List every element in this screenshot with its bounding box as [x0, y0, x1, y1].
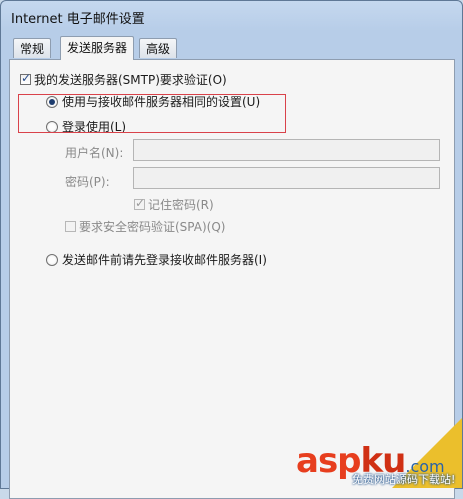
- username-label-text: 用户名(N):: [65, 146, 124, 160]
- log-on-using-row[interactable]: 登录使用(L): [46, 118, 126, 135]
- remember-password-checkbox[interactable]: ✓: [134, 196, 146, 210]
- title-bar[interactable]: Internet 电子邮件设置: [1, 1, 462, 31]
- checkmark-icon: ✓: [135, 196, 146, 210]
- tab-advanced[interactable]: 高级: [139, 38, 178, 58]
- log-on-using-label: 登录使用(L): [62, 120, 127, 134]
- require-auth-label: 我的发送服务器(SMTP)要求验证(O): [34, 73, 227, 87]
- password-label: 密码(P):: [65, 173, 110, 190]
- tab-general[interactable]: 常规: [13, 38, 52, 58]
- require-auth-row[interactable]: ✓ 我的发送服务器(SMTP)要求验证(O): [20, 71, 227, 88]
- log-on-incoming-first-radio[interactable]: [46, 253, 58, 266]
- require-auth-checkbox[interactable]: ✓: [20, 71, 32, 85]
- remember-password-row[interactable]: ✓ 记住密码(R): [134, 196, 214, 213]
- watermark-brand-a: asp: [296, 441, 362, 481]
- checkmark-icon: ✓: [21, 71, 32, 85]
- require-spa-checkbox[interactable]: [65, 221, 76, 232]
- tab-outgoing-server[interactable]: 发送服务器: [60, 36, 135, 60]
- use-same-settings-row[interactable]: 使用与接收邮件服务器相同的设置(U): [46, 93, 260, 110]
- watermark-subtitle: 免费网站源码下载站!: [352, 473, 456, 486]
- tab-control: 常规 发送服务器 高级 ✓ 我的发送服务器(SMTP)要求验证(O) 使用与接收邮…: [9, 36, 455, 499]
- internet-email-settings-dialog: Internet 电子邮件设置 常规 发送服务器 高级 ✓ 我的发送服务器(SMT…: [0, 0, 463, 499]
- username-input[interactable]: [133, 139, 440, 161]
- use-same-settings-radio[interactable]: [46, 95, 58, 108]
- remember-password-label: 记住密码(R): [148, 198, 214, 212]
- outgoing-server-panel: ✓ 我的发送服务器(SMTP)要求验证(O) 使用与接收邮件服务器相同的设置(U)…: [9, 59, 455, 499]
- password-input[interactable]: [133, 167, 440, 189]
- require-spa-row[interactable]: 要求安全密码验证(SPA)(Q): [65, 218, 225, 235]
- password-label-text: 密码(P):: [65, 175, 110, 189]
- use-same-settings-label: 使用与接收邮件服务器相同的设置(U): [62, 95, 261, 109]
- log-on-incoming-first-label: 发送邮件前请先登录接收邮件服务器(I): [62, 253, 267, 267]
- log-on-using-radio[interactable]: [46, 120, 58, 133]
- log-on-incoming-first-row[interactable]: 发送邮件前请先登录接收邮件服务器(I): [46, 251, 267, 268]
- username-label: 用户名(N):: [65, 144, 123, 161]
- window-title: Internet 电子邮件设置: [11, 12, 145, 27]
- radio-selected-dot-icon: [49, 98, 55, 105]
- require-spa-label: 要求安全密码验证(SPA)(Q): [79, 220, 226, 234]
